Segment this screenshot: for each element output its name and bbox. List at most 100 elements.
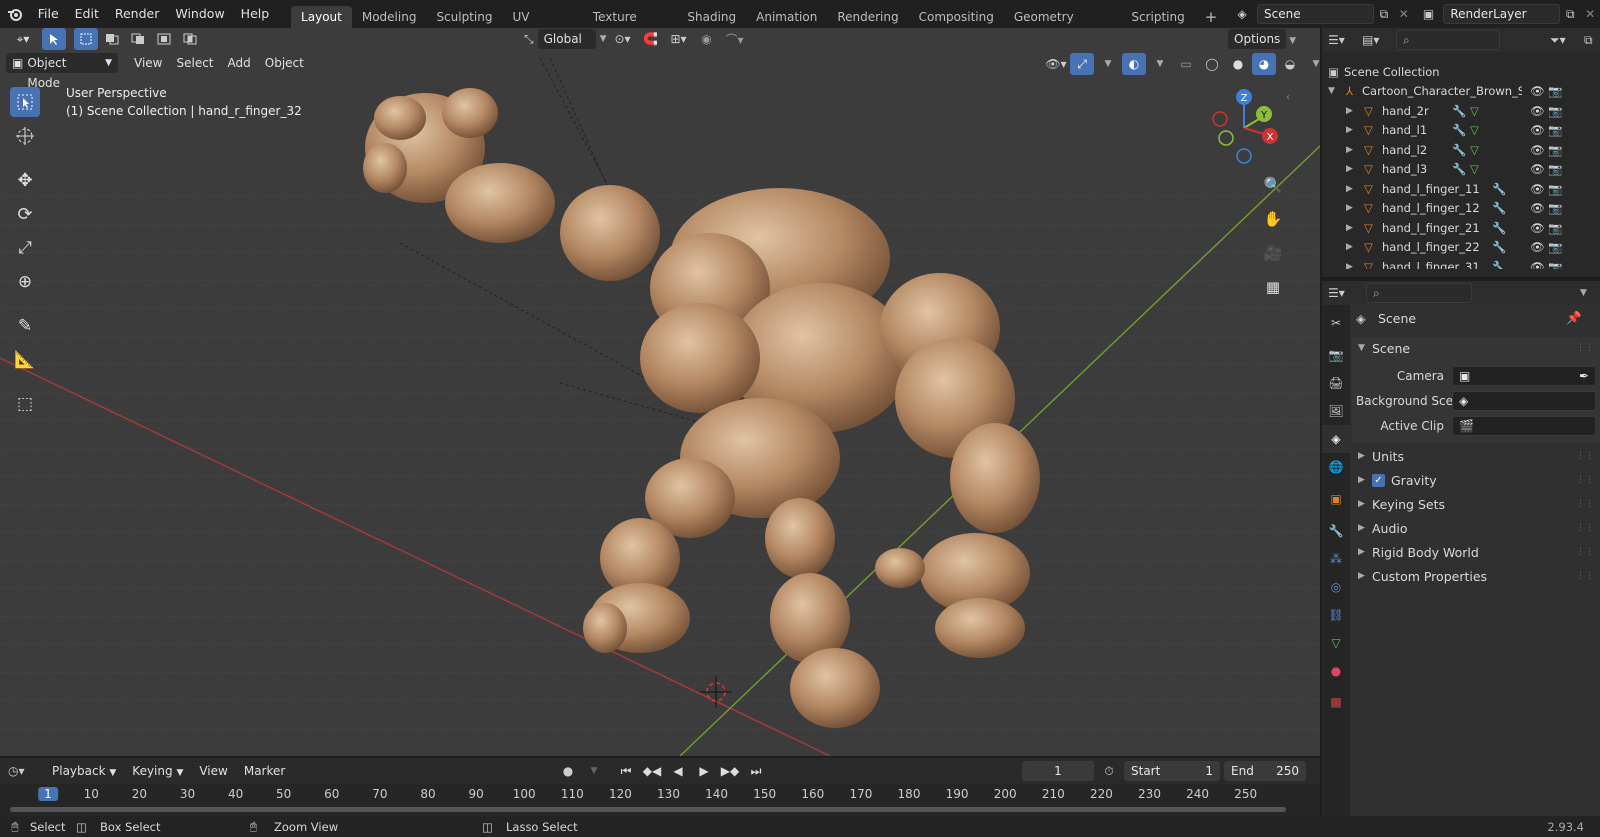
- tab-sculpting[interactable]: Sculpting: [426, 6, 502, 28]
- chevron-down-icon[interactable]: ▼: [1580, 288, 1600, 298]
- pivot-point-icon[interactable]: ⊙▾: [611, 28, 635, 50]
- eye-icon[interactable]: 👁: [1530, 221, 1545, 235]
- add-menu[interactable]: Add: [222, 53, 257, 73]
- outliner-item-row[interactable]: ▶ ▽ hand_l1 🔧 ▽ 👁 📷: [1322, 120, 1600, 140]
- mesh-data-icon[interactable]: ▽: [1470, 162, 1488, 176]
- texture-tab-icon[interactable]: ▩: [1322, 685, 1350, 719]
- menu-window[interactable]: Window: [167, 0, 232, 28]
- camera-render-icon[interactable]: 📷: [1548, 201, 1562, 215]
- eye-icon[interactable]: 👁: [1530, 201, 1545, 215]
- view-menu[interactable]: View: [128, 53, 168, 73]
- auto-key-dropdown-icon[interactable]: ▼: [582, 760, 606, 782]
- eye-icon[interactable]: 👁: [1530, 240, 1545, 254]
- delete-view-layer-icon[interactable]: ✕: [1580, 7, 1600, 21]
- pan-hand-icon[interactable]: ✋: [1258, 204, 1288, 234]
- outliner-item-row[interactable]: ▶ ▽ hand_l_finger_22 🔧 👁 📷: [1322, 237, 1600, 257]
- zoom-icon[interactable]: 🔍: [1258, 170, 1288, 200]
- camera-field[interactable]: ▣ ✒: [1452, 366, 1596, 386]
- expand-arrow-icon[interactable]: ▶: [1346, 223, 1364, 233]
- start-frame-field[interactable]: Start 1: [1124, 761, 1220, 781]
- drag-handle-icon[interactable]: ⋮⋮: [1576, 475, 1594, 485]
- select-menu[interactable]: Select: [170, 53, 219, 73]
- play-reverse-icon[interactable]: ◀: [666, 760, 690, 782]
- view-layer-field[interactable]: RenderLayer: [1443, 4, 1561, 24]
- camera-render-icon[interactable]: 📷: [1548, 240, 1562, 254]
- play-icon[interactable]: ▶: [692, 760, 716, 782]
- 3d-viewport[interactable]: ⌖▾ ⤡ Global ▼ ⊙▾ 🧲 ⊞▾ ◉ ⌒▾ Options ▼ ▣ O…: [0, 28, 1320, 756]
- gizmo-toggle-icon[interactable]: ⤢: [1070, 53, 1094, 75]
- expand-arrow-icon[interactable]: ▶: [1346, 184, 1364, 194]
- properties-editor-icon[interactable]: ☰▾: [1328, 286, 1358, 300]
- mesh-data-icon[interactable]: ▽: [1470, 104, 1488, 118]
- mesh-data-icon[interactable]: ▽: [1470, 123, 1488, 137]
- section-units[interactable]: ▶ Units ⋮⋮: [1358, 445, 1594, 467]
- select-invert-icon[interactable]: [152, 28, 176, 50]
- expand-arrow-icon[interactable]: ▼: [1328, 86, 1346, 96]
- camera-render-icon[interactable]: 📷: [1548, 123, 1562, 137]
- menu-help[interactable]: Help: [233, 0, 278, 28]
- record-icon[interactable]: ●: [556, 760, 580, 782]
- tab-geometry-nodes[interactable]: Geometry Nodes: [1004, 6, 1122, 46]
- camera-render-icon[interactable]: 📷: [1548, 182, 1562, 196]
- object-tab-icon[interactable]: ▣: [1322, 481, 1350, 517]
- section-gravity[interactable]: ▶ ✓ Gravity ⋮⋮: [1358, 469, 1594, 491]
- material-preview-icon[interactable]: ◕: [1252, 53, 1276, 75]
- expand-arrow-icon[interactable]: ▶: [1346, 164, 1364, 174]
- drag-handle-icon[interactable]: ⋮⋮: [1576, 451, 1594, 461]
- xray-toggle-icon[interactable]: ▭: [1174, 53, 1198, 75]
- rotate-tool[interactable]: ⟳: [10, 199, 40, 229]
- section-custom-properties[interactable]: ▶ Custom Properties ⋮⋮: [1358, 565, 1594, 587]
- timer-icon[interactable]: ⏱: [1098, 764, 1120, 779]
- expand-arrow-icon[interactable]: ▶: [1346, 125, 1364, 135]
- physics-tab-icon[interactable]: ◎: [1322, 573, 1350, 601]
- camera-render-icon[interactable]: 📷: [1548, 84, 1562, 98]
- outliner-search-input[interactable]: ⌕: [1396, 30, 1500, 50]
- modifier-wrench-icon[interactable]: 🔧: [1492, 201, 1510, 215]
- measure-tool[interactable]: 📐: [10, 345, 40, 375]
- outliner-item-row[interactable]: ▶ ▽ hand_l2 🔧 ▽ 👁 📷: [1322, 140, 1600, 160]
- playback-menu[interactable]: Playback ▼: [46, 761, 122, 781]
- jump-end-icon[interactable]: ⏭: [744, 760, 768, 782]
- modifier-wrench-icon[interactable]: 🔧: [1452, 104, 1470, 118]
- navigation-gizmo[interactable]: Z Y X: [1208, 86, 1280, 166]
- next-keyframe-icon[interactable]: ▶◆: [718, 760, 742, 782]
- particles-tab-icon[interactable]: ⁂: [1322, 545, 1350, 573]
- jump-start-icon[interactable]: ⏮: [614, 760, 638, 782]
- active-clip-field[interactable]: 🎬: [1452, 416, 1596, 436]
- select-box-tool-icon[interactable]: [42, 28, 66, 50]
- gizmo-dropdown-icon[interactable]: ▼: [1096, 53, 1120, 75]
- expand-arrow-icon[interactable]: ▶: [1346, 242, 1364, 252]
- object-menu[interactable]: Object: [259, 53, 310, 73]
- properties-search-input[interactable]: ⌕: [1366, 283, 1472, 303]
- expand-arrow-icon[interactable]: ▶: [1346, 145, 1364, 155]
- select-new-icon[interactable]: [74, 28, 98, 50]
- scene-browse-icon[interactable]: ◈: [1227, 7, 1257, 21]
- timeline-view-menu[interactable]: View: [193, 761, 233, 781]
- visibility-toggle-icon[interactable]: 👁▾: [1044, 53, 1068, 75]
- proportional-falloff-icon[interactable]: ⌒▾: [723, 28, 747, 50]
- overlay-dropdown-icon[interactable]: ▼: [1148, 53, 1172, 75]
- world-tab-icon[interactable]: 🌐: [1322, 453, 1350, 481]
- proportional-edit-icon[interactable]: ◉: [695, 28, 719, 50]
- view-layer-tab-icon[interactable]: 🖼: [1322, 397, 1350, 425]
- camera-render-icon[interactable]: 📷: [1548, 104, 1562, 118]
- outliner-item-row[interactable]: ▶ ▽ hand_2r 🔧 ▽ 👁 📷: [1322, 101, 1600, 121]
- tab-compositing[interactable]: Compositing: [909, 6, 1004, 28]
- expand-arrow-icon[interactable]: ▶: [1346, 106, 1364, 116]
- gravity-checkbox[interactable]: ✓: [1372, 473, 1385, 487]
- section-rigid-body-world[interactable]: ▶ Rigid Body World ⋮⋮: [1358, 541, 1594, 563]
- eye-icon[interactable]: 👁: [1530, 143, 1545, 157]
- modifier-wrench-icon[interactable]: 🔧: [1492, 221, 1510, 235]
- tab-uv-editing[interactable]: UV Editing: [502, 6, 582, 46]
- eye-icon[interactable]: 👁: [1530, 84, 1545, 98]
- wireframe-shading-icon[interactable]: ◯: [1200, 53, 1224, 75]
- rendered-shading-icon[interactable]: ◒: [1278, 53, 1302, 75]
- current-frame-field[interactable]: 1: [1022, 761, 1094, 781]
- new-scene-icon[interactable]: ⧉: [1374, 7, 1394, 22]
- transform-orientation-dropdown[interactable]: Global: [537, 29, 596, 49]
- modifier-wrench-icon[interactable]: 🔧: [1452, 162, 1470, 176]
- camera-view-icon[interactable]: 🎥: [1258, 238, 1288, 268]
- outliner-item-row[interactable]: ▶ ▽ hand_l_finger_21 🔧 👁 📷: [1322, 218, 1600, 238]
- drag-handle-icon[interactable]: ⋮⋮: [1576, 547, 1594, 557]
- view-layer-browse-icon[interactable]: ▣: [1414, 7, 1444, 21]
